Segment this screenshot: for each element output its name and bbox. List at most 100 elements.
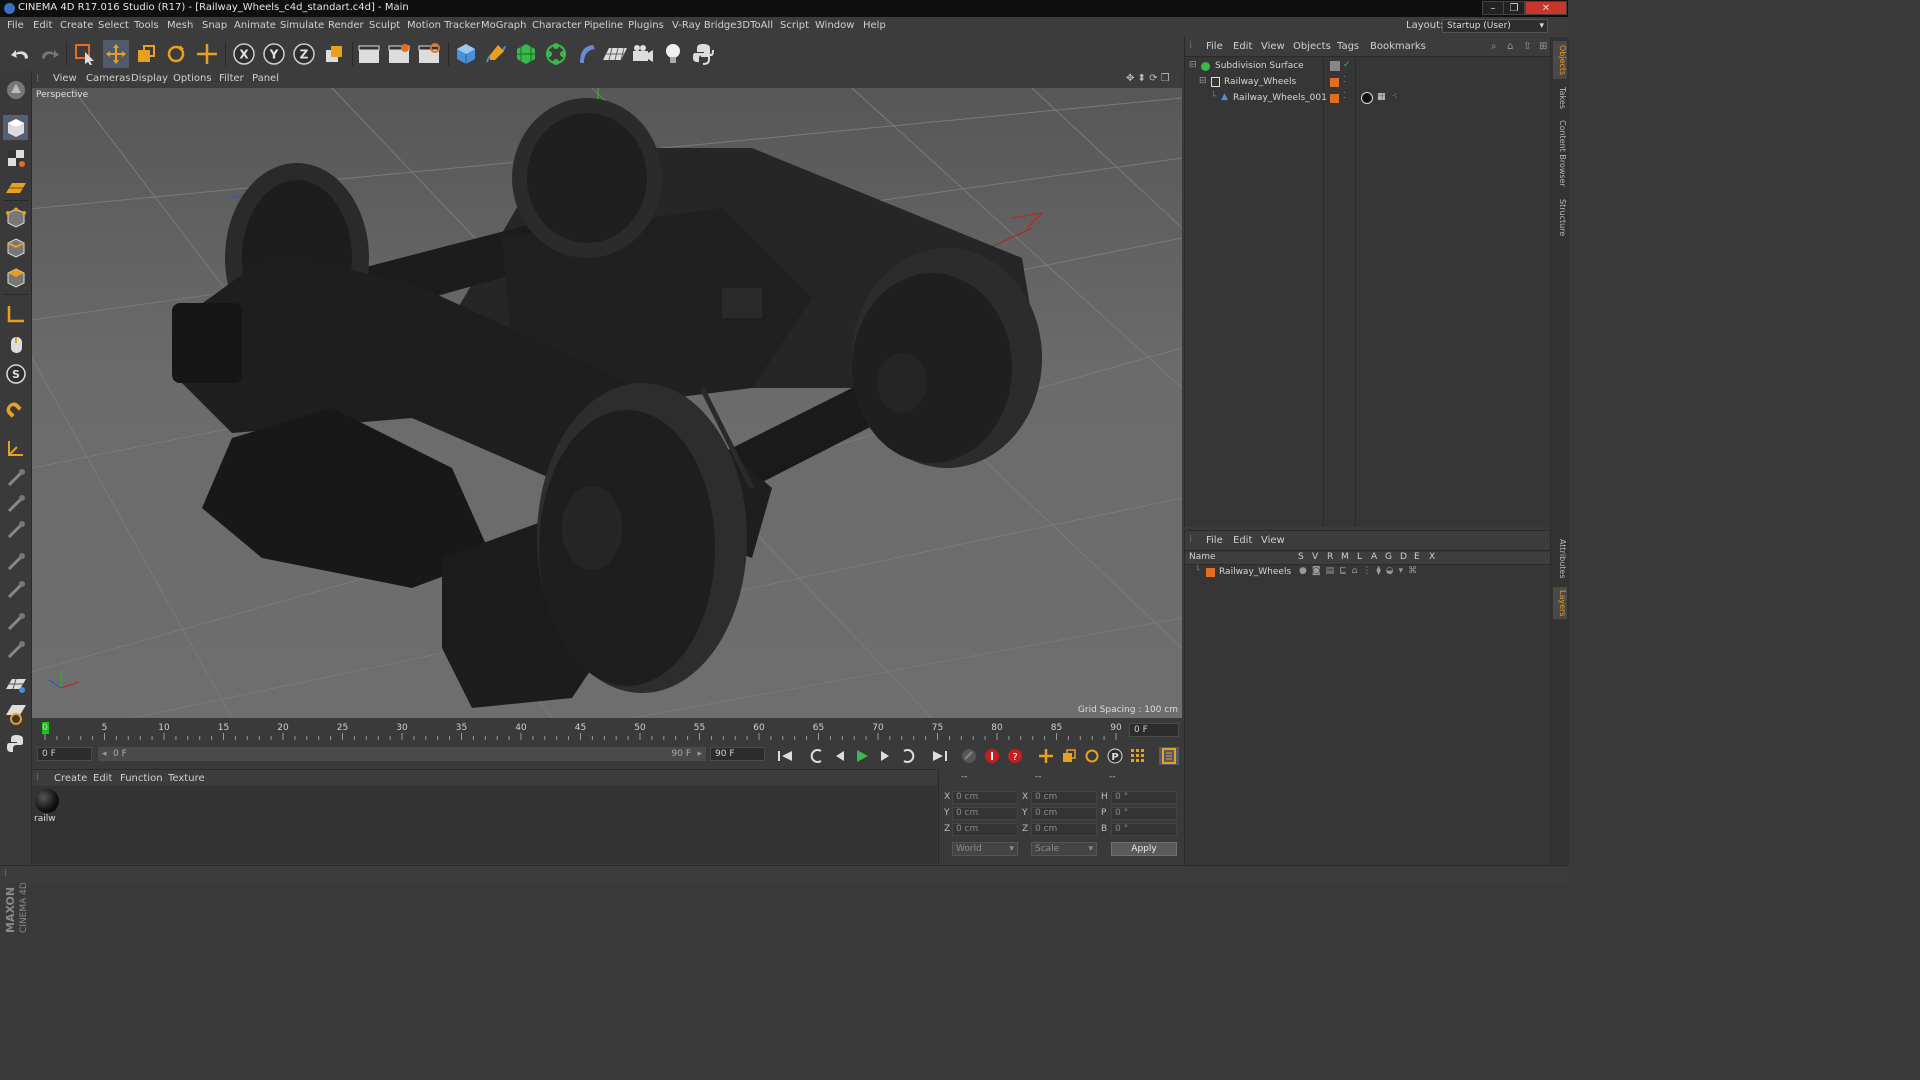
- current-frame-field[interactable]: 0 F: [1129, 723, 1179, 737]
- column-deformers[interactable]: D: [1400, 552, 1407, 562]
- sculpt-tool-4-button[interactable]: [3, 549, 28, 574]
- object-row[interactable]: ⊟ Subdivision Surface ✓: [1185, 59, 1551, 75]
- rot-h-field[interactable]: 0 °: [1111, 791, 1177, 804]
- tab-attributes[interactable]: Attributes: [1553, 537, 1567, 581]
- previous-key-button[interactable]: [807, 747, 827, 765]
- points-mode-button[interactable]: [3, 205, 28, 230]
- menu-create[interactable]: Create: [60, 20, 93, 31]
- sculpt-tool-5-button[interactable]: [3, 577, 28, 602]
- workplane-mode-button[interactable]: [3, 175, 28, 200]
- close-button[interactable]: ✕: [1525, 1, 1567, 15]
- layer-menu-file[interactable]: File: [1206, 535, 1223, 546]
- menu-sculpt[interactable]: Sculpt: [369, 20, 400, 31]
- object-menu-objects[interactable]: Objects: [1293, 41, 1331, 52]
- object-menu-view[interactable]: View: [1261, 41, 1285, 52]
- sculpt-tool-6-button[interactable]: [3, 609, 28, 634]
- layer-toggle-icons[interactable]: ●◙▤⊑⌂⋮⧫◒▾⌘: [1299, 566, 1422, 576]
- viewport-menu-panel[interactable]: Panel: [252, 73, 279, 84]
- home-icon[interactable]: ⌂: [1507, 41, 1513, 52]
- viewport-menu-view[interactable]: View: [53, 73, 77, 84]
- sculpt-tool-2-button[interactable]: [3, 491, 28, 516]
- object-row[interactable]: └ ▲ Railway_Wheels_001 ⁚ ▦ ⁖: [1185, 91, 1551, 107]
- uvw-tag-icon[interactable]: ⁖: [1392, 92, 1397, 102]
- menu-render[interactable]: Render: [328, 20, 364, 31]
- viewport-navigate-icons[interactable]: ✥ ⬍ ⟳ ❐: [1126, 73, 1170, 84]
- collapse-icon[interactable]: ⊟: [1199, 76, 1207, 86]
- rot-b-field[interactable]: 0 °: [1111, 823, 1177, 836]
- object-name[interactable]: Railway_Wheels: [1224, 77, 1296, 87]
- sculpt-tool-7-button[interactable]: [3, 637, 28, 662]
- menu-edit[interactable]: Edit: [33, 20, 52, 31]
- nav-up-icon[interactable]: ⇧: [1523, 41, 1531, 52]
- undo-button[interactable]: [8, 40, 34, 68]
- texture-mode-button[interactable]: [3, 145, 28, 170]
- menu-tools[interactable]: Tools: [134, 20, 159, 31]
- menu-pipeline[interactable]: Pipeline: [584, 20, 623, 31]
- menu-character[interactable]: Character: [532, 20, 581, 31]
- size-y-field[interactable]: 0 cm: [1031, 807, 1097, 820]
- tab-layers[interactable]: Layers: [1553, 587, 1567, 619]
- menu-select[interactable]: Select: [98, 20, 129, 31]
- rotate-tool-button[interactable]: [163, 40, 189, 68]
- menu-motion-tracker[interactable]: Motion Tracker: [407, 20, 480, 31]
- next-key-button[interactable]: [898, 747, 918, 765]
- edges-mode-button[interactable]: [3, 235, 28, 260]
- pos-z-field[interactable]: 0 cm: [952, 823, 1018, 836]
- cube-primitive-button[interactable]: [453, 40, 479, 68]
- material-menu-texture[interactable]: Texture: [168, 773, 205, 784]
- snap-button[interactable]: S: [3, 361, 28, 386]
- uv-grid-button[interactable]: [3, 671, 28, 696]
- coordinate-mode-select[interactable]: World ▾: [952, 842, 1018, 856]
- key-parameter-button[interactable]: P: [1105, 747, 1125, 765]
- goto-start-button[interactable]: [775, 747, 795, 765]
- spline-pen-button[interactable]: [483, 40, 509, 68]
- menu-simulate[interactable]: Simulate: [280, 20, 324, 31]
- layout-select[interactable]: Startup (User) ▾: [1442, 19, 1548, 33]
- key-pla-button[interactable]: [1128, 747, 1148, 765]
- material-menu-edit[interactable]: Edit: [93, 773, 112, 784]
- model-mode-button[interactable]: [3, 115, 28, 140]
- object-menu-bookmarks[interactable]: Bookmarks: [1370, 41, 1426, 52]
- visibility-dots-icon[interactable]: ⁚: [1343, 75, 1346, 84]
- goto-end-button[interactable]: [930, 747, 950, 765]
- light-button[interactable]: [660, 40, 686, 68]
- pos-y-field[interactable]: 0 cm: [952, 807, 1018, 820]
- material-menu-function[interactable]: Function: [120, 773, 163, 784]
- rot-p-field[interactable]: 0 °: [1111, 807, 1177, 820]
- end-frame-field[interactable]: 90 F: [710, 747, 765, 761]
- size-mode-select[interactable]: Scale ▾: [1031, 842, 1097, 856]
- new-view-icon[interactable]: ⊞: [1539, 41, 1547, 52]
- column-generators[interactable]: G: [1385, 552, 1392, 562]
- menu-animate[interactable]: Animate: [234, 20, 276, 31]
- minimize-button[interactable]: –: [1482, 1, 1504, 15]
- pos-x-field[interactable]: 0 cm: [952, 791, 1018, 804]
- 3d-viewport[interactable]: Perspective Grid Spacing : 100 cm: [32, 88, 1182, 718]
- record-keys-button[interactable]: [959, 747, 979, 765]
- apply-button[interactable]: Apply: [1111, 842, 1177, 856]
- maximize-button[interactable]: ❐: [1503, 1, 1525, 15]
- sculpt-tool-1-button[interactable]: [3, 465, 28, 490]
- object-name[interactable]: Railway_Wheels_001: [1233, 93, 1327, 103]
- preview-range-slider[interactable]: ◂ 0 F 90 F ▸: [98, 747, 706, 761]
- scale-tool-button[interactable]: [133, 40, 159, 68]
- y-axis-lock-button[interactable]: Y: [261, 40, 287, 68]
- layer-menu-edit[interactable]: Edit: [1233, 535, 1252, 546]
- tab-content-browser[interactable]: Content Browser: [1553, 117, 1567, 189]
- menu-3dtoall[interactable]: 3DToAll: [736, 20, 773, 31]
- visibility-dots-icon[interactable]: ⁚: [1343, 91, 1346, 100]
- menu-plugins[interactable]: Plugins: [628, 20, 664, 31]
- subdivision-surface-button[interactable]: [513, 40, 539, 68]
- make-editable-button[interactable]: [3, 77, 28, 102]
- tab-objects[interactable]: Objects: [1553, 41, 1567, 79]
- key-scale-button[interactable]: [1059, 747, 1079, 765]
- render-settings-button[interactable]: [416, 40, 442, 68]
- viewport-menu-display[interactable]: Display: [131, 73, 168, 84]
- play-button[interactable]: [852, 747, 872, 765]
- size-x-field[interactable]: 0 cm: [1031, 791, 1097, 804]
- workplane-axis-button[interactable]: [3, 435, 28, 460]
- collapse-icon[interactable]: ⊟: [1189, 60, 1197, 70]
- array-button[interactable]: [543, 40, 569, 68]
- z-axis-lock-button[interactable]: Z: [291, 40, 317, 68]
- material-tag-icon[interactable]: [1361, 92, 1373, 104]
- object-menu-file[interactable]: File: [1206, 41, 1223, 52]
